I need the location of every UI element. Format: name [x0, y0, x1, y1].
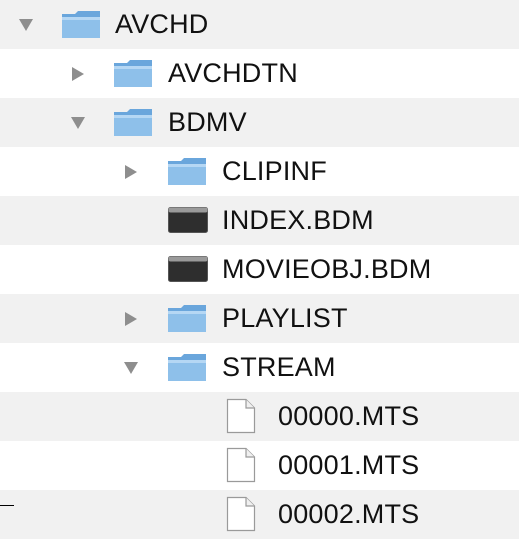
row-label: INDEX.BDM: [222, 205, 374, 235]
folder-icon: [113, 57, 153, 94]
tree-row-index-bdm[interactable]: INDEX.BDM: [0, 196, 519, 245]
tree-row-clipinf[interactable]: CLIPINF: [0, 147, 519, 196]
row-label: CLIPINF: [222, 156, 327, 186]
tree-row-playlist[interactable]: PLAYLIST: [0, 294, 519, 343]
document-icon: [226, 447, 256, 488]
row-label: PLAYLIST: [222, 303, 348, 333]
row-label: 00002.MTS: [278, 499, 420, 529]
document-icon: [226, 398, 256, 439]
exec-file-icon: [168, 207, 208, 238]
row-label: AVCHDTN: [168, 58, 298, 88]
disclosure-expanded-icon[interactable]: [70, 115, 86, 131]
row-label: 00001.MTS: [278, 450, 420, 480]
disclosure-expanded-icon[interactable]: [123, 360, 139, 376]
tree-row-00001-mts[interactable]: 00001.MTS: [0, 441, 519, 490]
folder-icon: [167, 302, 207, 339]
exec-file-icon: [168, 256, 208, 287]
tree-row-avchdtn[interactable]: AVCHDTN: [0, 49, 519, 98]
tree-row-bdmv[interactable]: BDMV: [0, 98, 519, 147]
disclosure-collapsed-icon[interactable]: [123, 311, 139, 327]
row-label: AVCHD: [115, 9, 209, 39]
tree-row-stream[interactable]: STREAM: [0, 343, 519, 392]
tree-row-movieobj-bdm[interactable]: MOVIEOBJ.BDM: [0, 245, 519, 294]
file-tree: AVCHD AVCHDTN BDMV CLIPINF INDEX.BDM MOV…: [0, 0, 519, 539]
document-icon: [226, 496, 256, 537]
disclosure-collapsed-icon[interactable]: [123, 164, 139, 180]
tree-row-00002-mts[interactable]: 00002.MTS: [0, 490, 519, 539]
row-label: BDMV: [168, 107, 247, 137]
folder-icon: [113, 106, 153, 143]
disclosure-expanded-icon[interactable]: [18, 17, 34, 33]
row-label: MOVIEOBJ.BDM: [222, 254, 432, 284]
row-label: STREAM: [222, 352, 336, 382]
tree-row-avchd[interactable]: AVCHD: [0, 0, 519, 49]
disclosure-collapsed-icon[interactable]: [70, 66, 86, 82]
folder-icon: [61, 8, 101, 45]
tree-row-00000-mts[interactable]: 00000.MTS: [0, 392, 519, 441]
row-label: 00000.MTS: [278, 401, 420, 431]
folder-icon: [167, 351, 207, 388]
divider: [0, 505, 14, 506]
folder-icon: [167, 155, 207, 192]
